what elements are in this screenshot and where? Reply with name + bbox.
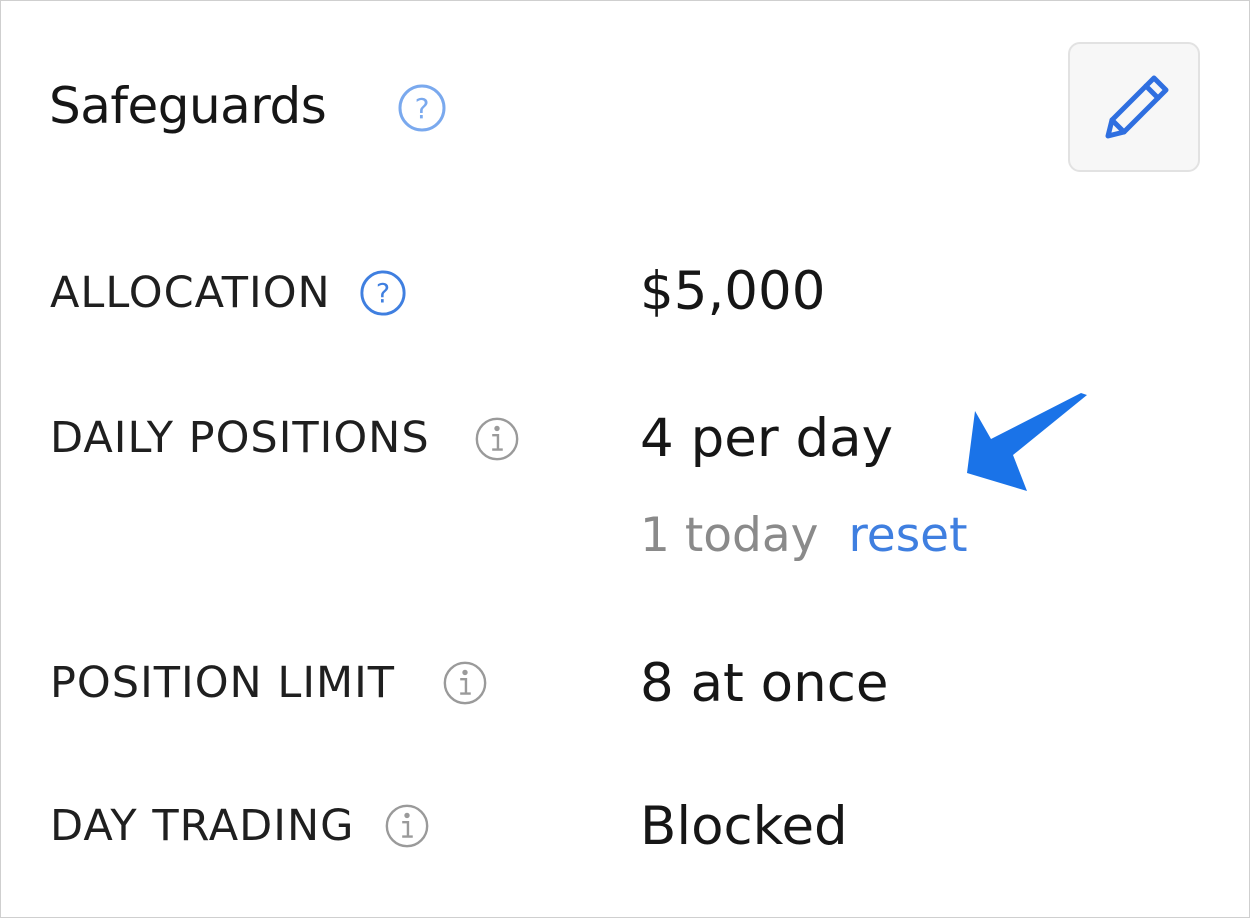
info-circle-icon[interactable] bbox=[441, 659, 489, 707]
allocation-label: ALLOCATION bbox=[50, 268, 331, 318]
pencil-icon bbox=[1105, 75, 1169, 139]
daily-positions-label: DAILY POSITIONS bbox=[50, 413, 430, 463]
arrow-pointer-icon bbox=[967, 393, 1087, 491]
question-circle-icon[interactable]: ? bbox=[359, 269, 407, 317]
today-count: 1 today bbox=[640, 508, 819, 563]
day-trading-value: Blocked bbox=[640, 796, 848, 857]
reset-link[interactable]: reset bbox=[848, 508, 967, 563]
svg-text:?: ? bbox=[376, 279, 390, 310]
info-circle-icon[interactable] bbox=[383, 802, 431, 850]
position-limit-value: 8 at once bbox=[640, 653, 889, 714]
daily-positions-value: 4 per day bbox=[640, 408, 893, 469]
svg-text:?: ? bbox=[415, 92, 430, 125]
question-circle-icon[interactable]: ? bbox=[397, 83, 447, 133]
day-trading-label: DAY TRADING bbox=[50, 801, 355, 851]
safeguards-panel: Safeguards ? ALLOCATION ? $5,000 DAILY P… bbox=[0, 0, 1250, 918]
info-circle-icon[interactable] bbox=[473, 415, 521, 463]
position-limit-label: POSITION LIMIT bbox=[50, 658, 396, 708]
allocation-value: $5,000 bbox=[640, 261, 826, 322]
edit-button[interactable] bbox=[1068, 42, 1200, 172]
panel-title: Safeguards bbox=[49, 77, 327, 135]
daily-positions-subtext: 1 today reset bbox=[640, 506, 968, 566]
